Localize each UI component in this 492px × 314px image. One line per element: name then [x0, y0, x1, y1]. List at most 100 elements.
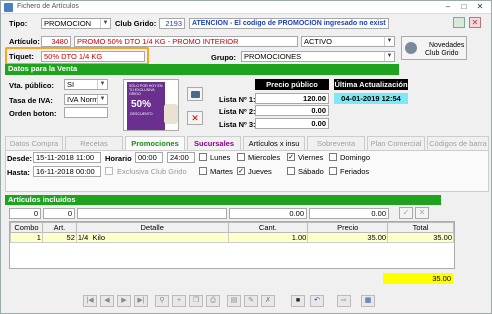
- cell-cant[interactable]: 1.00: [227, 232, 309, 243]
- document-button[interactable]: ▤: [227, 295, 241, 307]
- new-record-button[interactable]: +: [172, 295, 186, 307]
- hasta-field[interactable]: 16-11-2018 00:00: [33, 166, 101, 177]
- table-row[interactable]: 1 52 1/4 Kilo 1.00 35.00 35.00: [10, 232, 454, 243]
- maximize-icon[interactable]: □: [457, 2, 471, 12]
- tab-codigos-de-barra[interactable]: Códigos de barra: [427, 136, 489, 150]
- art-input[interactable]: 0: [43, 208, 75, 219]
- delete-image-button[interactable]: ✕: [187, 111, 203, 125]
- col-total[interactable]: Total: [387, 222, 454, 233]
- lista3-field[interactable]: 0.00: [255, 118, 329, 129]
- cell-detalle[interactable]: 1/4 Kilo: [75, 232, 229, 243]
- vta-publico-select[interactable]: SI ▼: [64, 79, 108, 90]
- horario-from-value: 00:00: [138, 153, 157, 162]
- close-icon[interactable]: ✕: [473, 2, 487, 12]
- product-image-percent: 50%: [131, 99, 152, 110]
- camera-icon: [191, 91, 200, 98]
- save-icon[interactable]: [453, 17, 465, 28]
- exclusiva-club-grido-checkbox[interactable]: [105, 167, 113, 175]
- col-detalle[interactable]: Detalle: [75, 222, 229, 233]
- sabado-checkbox[interactable]: [287, 167, 295, 175]
- tipo-select[interactable]: PROMOCION ▼: [41, 18, 111, 29]
- cell-combo[interactable]: 1: [10, 232, 43, 243]
- minimize-icon[interactable]: –: [441, 2, 455, 12]
- col-cant[interactable]: Cant.: [227, 222, 309, 233]
- lista1-label: Lista Nº 1:: [219, 95, 256, 104]
- col-precio[interactable]: Precio: [307, 222, 389, 233]
- print-button[interactable]: ⎙: [206, 295, 220, 307]
- martes-checkbox[interactable]: [199, 167, 207, 175]
- desde-value: 15-11-2018 11:00: [36, 153, 95, 162]
- horario-from-field[interactable]: 00:00: [135, 152, 163, 163]
- cell-precio[interactable]: 35.00: [307, 232, 389, 243]
- articulo-name-field[interactable]: PROMO 50% DTO 1/4 KG - PROMO INTERIOR: [74, 36, 298, 47]
- tab-sobreventa[interactable]: Sobreventa: [307, 136, 365, 150]
- close-form-icon[interactable]: ✕: [469, 17, 481, 28]
- title-bar: Fichero de Artículos – □ ✕: [1, 1, 491, 14]
- lista2-field[interactable]: 0.00: [255, 105, 329, 116]
- feriados-checkbox[interactable]: [329, 167, 337, 175]
- search-icon: ⚲: [159, 297, 165, 304]
- grupo-select[interactable]: PROMOCIONES ▼: [241, 51, 395, 62]
- venta-section-header: Datos para la Venta: [5, 64, 399, 75]
- cell-total[interactable]: 35.00: [387, 232, 454, 243]
- grupo-label: Grupo:: [211, 53, 236, 62]
- copy-icon: ❐: [192, 297, 200, 304]
- delete-record-button[interactable]: ✗: [261, 295, 275, 307]
- orden-boton-field[interactable]: [64, 107, 108, 118]
- tab-sucursales[interactable]: Sucursales: [187, 136, 241, 150]
- edit-button[interactable]: ✎: [244, 295, 258, 307]
- articulo-code-field[interactable]: 3480: [41, 36, 71, 47]
- estado-select[interactable]: ACTIVO ▼: [301, 36, 395, 47]
- lunes-checkbox[interactable]: [199, 153, 207, 161]
- art-input-value: 0: [67, 209, 72, 218]
- estado-value: ACTIVO: [304, 37, 332, 46]
- viernes-checkbox[interactable]: ✓: [287, 153, 295, 161]
- desde-field[interactable]: 15-11-2018 11:00: [33, 152, 101, 163]
- first-record-button[interactable]: |◀: [83, 295, 97, 307]
- previous-record-button[interactable]: ◀: [100, 295, 114, 307]
- detalle-input[interactable]: [77, 208, 227, 219]
- confirm-row-button[interactable]: ✓: [399, 207, 413, 219]
- help-button[interactable]: ▦: [361, 295, 375, 307]
- precio-input[interactable]: 0.00: [309, 208, 389, 219]
- club-grido-label: Club Grido:: [115, 19, 157, 28]
- copy-record-button[interactable]: ❐: [189, 295, 203, 307]
- tab-articulos-x-insumo[interactable]: Artículos x insu: [243, 136, 305, 150]
- exit-button[interactable]: ⇨: [337, 295, 351, 307]
- lista1-value: 120.00: [303, 94, 326, 103]
- cancel-row-button[interactable]: ✕: [415, 207, 429, 219]
- combo-input[interactable]: 0: [9, 208, 41, 219]
- search-button[interactable]: ⚲: [155, 295, 169, 307]
- jueves-label: Jueves: [248, 167, 272, 176]
- domingo-checkbox[interactable]: [329, 153, 337, 161]
- last-record-button[interactable]: ▶|: [134, 295, 148, 307]
- save-record-button[interactable]: ■: [291, 295, 305, 307]
- combo-input-value: 0: [33, 209, 38, 218]
- tab-datos-compra[interactable]: Datos Compra: [5, 136, 63, 150]
- cant-input-value: 0.00: [289, 209, 304, 218]
- warning-text: ATENCION - El codigo de PROMOCION ingres…: [192, 20, 386, 27]
- tipo-label: Tipo:: [9, 19, 28, 28]
- camera-button[interactable]: [187, 87, 203, 101]
- cant-input[interactable]: 0.00: [229, 208, 307, 219]
- club-grido-field[interactable]: 2193: [159, 18, 185, 29]
- articulo-name: PROMO 50% DTO 1/4 KG - PROMO INTERIOR: [77, 37, 239, 46]
- jueves-checkbox[interactable]: ✓: [237, 167, 245, 175]
- undo-button[interactable]: ↶: [310, 295, 324, 307]
- next-record-button[interactable]: ▶: [117, 295, 131, 307]
- tab-promociones[interactable]: Promociones: [125, 136, 185, 150]
- sabado-label: Sábado: [298, 167, 324, 176]
- cell-art[interactable]: 52: [41, 232, 77, 243]
- col-combo[interactable]: Combo: [10, 222, 43, 233]
- col-art[interactable]: Art.: [41, 222, 77, 233]
- horario-to-field[interactable]: 24:00: [167, 152, 195, 163]
- miercoles-checkbox[interactable]: [237, 153, 245, 161]
- precio-publico-header: Precio público: [255, 79, 329, 90]
- window-title: Fichero de Artículos: [17, 3, 79, 10]
- tiquet-field[interactable]: 50% DTO 1/4 KG: [41, 51, 145, 62]
- lista1-field[interactable]: 120.00: [255, 93, 329, 104]
- tasa-iva-select[interactable]: IVA Normal ▼: [64, 94, 108, 105]
- tab-plan-comercial[interactable]: Plan Comercial: [367, 136, 425, 150]
- novedades-club-grido-button[interactable]: Novedades Club Grido: [401, 36, 467, 60]
- tab-recetas[interactable]: Recetas: [65, 136, 123, 150]
